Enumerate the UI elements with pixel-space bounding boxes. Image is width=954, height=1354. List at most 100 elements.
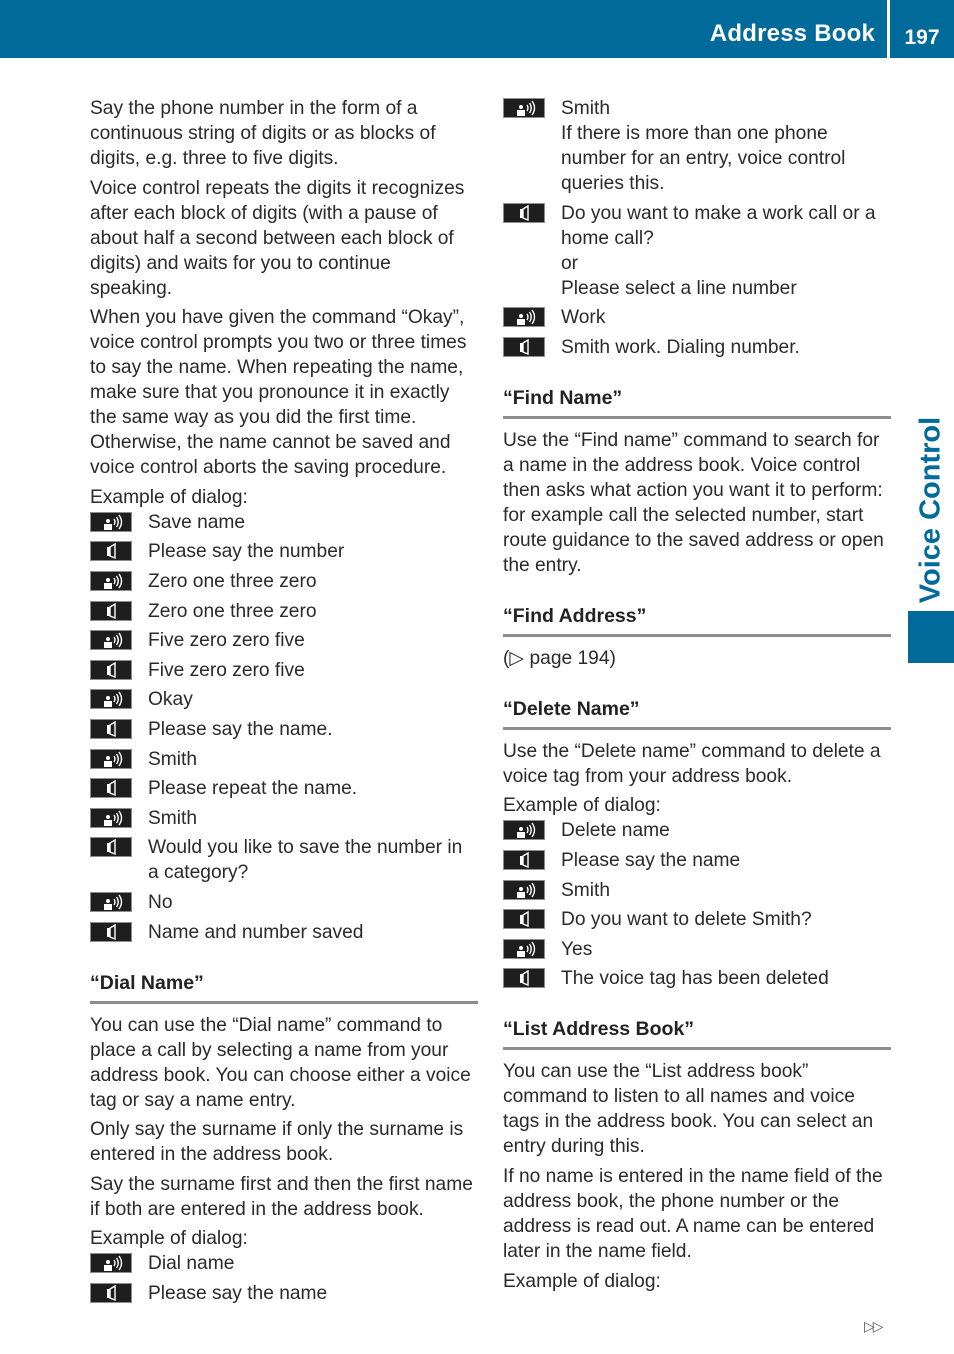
dialog-row: Yes <box>503 937 891 962</box>
dialog-text: Would you like to save the number in a c… <box>148 837 463 884</box>
dialog-text: Yes <box>561 938 593 960</box>
dialog-row: Please say the name. <box>90 717 478 742</box>
user-speaking-icon <box>90 807 132 828</box>
dialog-or: or <box>561 252 579 274</box>
section-heading-find-address: “Find Address” <box>503 604 891 637</box>
side-tab-label: Voice Control <box>914 416 947 604</box>
speaker-icon <box>90 600 132 621</box>
dialog-text: Save name <box>148 511 246 533</box>
dialog-text: Smith <box>148 807 198 829</box>
dialog-row: The voice tag has been deleted <box>503 966 891 991</box>
dialog-text: Okay <box>148 689 193 711</box>
dialog-row: Would you like to save the number in a c… <box>90 835 478 885</box>
dialog-row: Okay <box>90 687 478 712</box>
paragraph: Example of dialog: <box>90 1228 248 1250</box>
dialog-text: Please say the number <box>148 541 345 563</box>
page-number: 197 <box>904 26 940 49</box>
dialog-row: No <box>90 890 478 915</box>
dialog-row: Delete name <box>503 818 891 843</box>
dialog-text: Dial name <box>148 1253 235 1275</box>
user-speaking-icon <box>503 307 545 328</box>
paragraph: You can use the “Dial name” command to p… <box>90 1014 471 1111</box>
dialog-row: Work <box>503 305 891 330</box>
speaker-icon <box>90 541 132 562</box>
dialog-text: Five zero zero five <box>148 659 305 681</box>
paragraph: Only say the surname if only the surname… <box>90 1119 464 1166</box>
left-column: Say the phone number in the form of a co… <box>90 96 478 1310</box>
user-speaking-icon <box>90 891 132 912</box>
dialog-row: Do you want to delete Smith? <box>503 907 891 932</box>
section-title: Address Book <box>709 20 875 47</box>
section-heading-dial-name: “Dial Name” <box>90 971 478 1004</box>
paragraph: Example of dialog: <box>90 486 248 508</box>
dialog-row: Five zero zero five <box>90 628 478 653</box>
user-speaking-icon <box>90 570 132 591</box>
paragraph: If no name is entered in the name field … <box>503 1165 883 1262</box>
dialog-row: Zero one three zero <box>90 599 478 624</box>
speaker-icon <box>90 1282 132 1303</box>
paragraph: When you have given the command “Okay”, … <box>90 307 467 479</box>
dialog-text: Five zero zero five <box>148 630 305 652</box>
section-heading-find-name: “Find Name” <box>503 386 891 419</box>
paragraph: Say the surname first and then the first… <box>90 1173 473 1220</box>
side-tab-marker <box>908 611 954 663</box>
dialog-list: Smith If there is more than one phone nu… <box>503 96 891 360</box>
user-speaking-icon <box>90 630 132 651</box>
dialog-text: Please say the name. <box>148 718 333 740</box>
user-speaking-icon <box>503 820 545 841</box>
dialog-row: Smith <box>503 878 891 903</box>
dialog-text: Do you want to delete Smith? <box>561 909 812 931</box>
paragraph: You can use the “List address book” comm… <box>503 1061 874 1158</box>
speaker-icon <box>90 778 132 799</box>
paragraph: Say the phone number in the form of a co… <box>90 98 436 169</box>
dialog-text: Zero one three zero <box>148 570 317 592</box>
speaker-icon <box>90 718 132 739</box>
dialog-row: Smith work. Dialing number. <box>503 335 891 360</box>
speaker-icon <box>90 659 132 680</box>
speaker-icon <box>503 968 545 989</box>
user-speaking-icon <box>90 689 132 710</box>
dialog-text: Smith <box>561 98 611 119</box>
dialog-row: Name and number saved <box>90 920 478 945</box>
right-column: Smith If there is more than one phone nu… <box>503 96 891 1298</box>
dialog-list: Save name Please say the number Zero one t… <box>90 510 478 945</box>
page-header: Address Book 197 <box>0 0 954 58</box>
dialog-text: Delete name <box>561 820 670 842</box>
dialog-row: Smith <box>90 747 478 772</box>
dialog-row: Do you want to make a work call or a hom… <box>503 201 891 301</box>
dialog-text: Do you want to make a work call or a hom… <box>561 202 876 249</box>
speaker-icon <box>503 202 545 223</box>
page-reference-link[interactable]: (▷ page 194) <box>503 646 891 671</box>
section-heading-delete-name: “Delete Name” <box>503 697 891 730</box>
dialog-text: No <box>148 891 173 913</box>
user-speaking-icon <box>503 98 545 118</box>
speaker-icon <box>503 849 545 870</box>
speaker-icon <box>90 921 132 942</box>
dialog-row: Five zero zero five <box>90 658 478 683</box>
dialog-row: Smith If there is more than one phone nu… <box>503 96 891 196</box>
paragraph: Voice control repeats the digits it reco… <box>90 177 465 299</box>
user-speaking-icon <box>90 1253 132 1274</box>
dialog-row: Smith <box>90 806 478 831</box>
paragraph: Example of dialog: <box>503 1270 661 1292</box>
dialog-text: Smith work. Dialing number. <box>561 336 800 358</box>
speaker-icon <box>503 909 545 930</box>
speaker-icon <box>90 837 132 858</box>
arrow-right-icon: ▷ <box>509 647 525 669</box>
paragraph: Use the “Find name” command to search fo… <box>503 429 884 576</box>
dialog-row: Please say the name <box>503 848 891 873</box>
dialog-row: Save name <box>90 510 478 535</box>
dialog-list: Dial name Please say the name <box>90 1251 478 1306</box>
dialog-text: Smith <box>561 879 611 901</box>
dialog-text: Name and number saved <box>148 921 364 943</box>
dialog-text: Please say the name <box>561 849 741 871</box>
speaker-icon <box>503 336 545 357</box>
paragraph: Example of dialog: <box>503 795 661 817</box>
dialog-text: Zero one three zero <box>148 600 317 622</box>
user-speaking-icon <box>503 938 545 959</box>
dialog-note: If there is more than one phone number f… <box>561 123 846 194</box>
dialog-row: Zero one three zero <box>90 569 478 594</box>
dialog-alt-text: Please select a line number <box>561 277 797 299</box>
user-speaking-icon <box>503 879 545 900</box>
user-speaking-icon <box>90 511 132 532</box>
